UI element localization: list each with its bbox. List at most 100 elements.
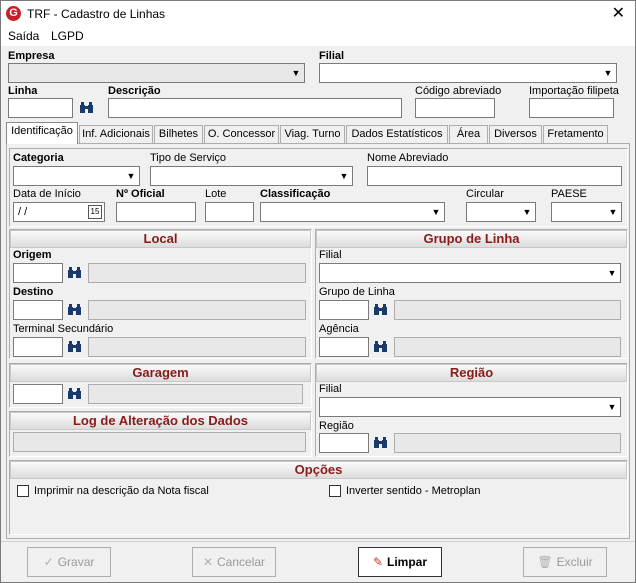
chevron-down-icon: ▼ — [607, 268, 617, 278]
tab-identificacao[interactable]: Identificação — [6, 122, 78, 144]
agencia-label: Agência — [319, 323, 359, 335]
binoculars-icon[interactable] — [79, 100, 94, 115]
eraser-icon: ✎ — [372, 555, 384, 569]
tab-diversos[interactable]: Diversos — [489, 125, 542, 143]
tab-area[interactable]: Área — [449, 125, 488, 143]
grupo-linha-label: Grupo de Linha — [319, 286, 395, 298]
agencia-input[interactable] — [319, 337, 369, 357]
footer-divider — [1, 541, 635, 542]
local-title: Local — [10, 230, 311, 248]
grupo-linha-description — [394, 300, 621, 320]
tab-fretamento[interactable]: Fretamento — [543, 125, 608, 143]
limpar-button[interactable]: ✎ Limpar — [358, 547, 442, 577]
destino-input[interactable] — [13, 300, 63, 320]
tab-bilhetes[interactable]: Bilhetes — [154, 125, 203, 143]
binoculars-icon[interactable] — [373, 339, 388, 354]
gravar-label: Gravar — [57, 555, 95, 569]
importacao-filipeta-input[interactable] — [529, 98, 614, 118]
regiao-title: Região — [316, 364, 627, 382]
binoculars-icon[interactable] — [373, 302, 388, 317]
opcoes-title: Opções — [10, 461, 627, 479]
data-inicio-value: / / — [18, 206, 28, 218]
agencia-description — [394, 337, 621, 357]
menu-saida[interactable]: Saída — [8, 29, 39, 43]
cancelar-button[interactable]: ✕ Cancelar — [192, 547, 276, 577]
grupo-filial-select[interactable]: ▼ — [319, 263, 621, 283]
regiao-filial-select[interactable]: ▼ — [319, 397, 621, 417]
app-logo-icon: G — [6, 6, 21, 21]
circular-select[interactable]: ▼ — [466, 202, 536, 222]
binoculars-icon[interactable] — [67, 386, 82, 401]
binoculars-icon[interactable] — [67, 265, 82, 280]
oficial-input[interactable] — [116, 202, 196, 222]
chevron-down-icon: ▼ — [607, 402, 617, 412]
destino-description — [88, 300, 306, 320]
linha-label: Linha — [8, 85, 38, 97]
tipo-servico-label: Tipo de Serviço — [150, 152, 227, 164]
tab-viag-turno[interactable]: Viag. Turno — [280, 125, 345, 143]
binoculars-icon[interactable] — [67, 339, 82, 354]
data-inicio-input[interactable]: / / 15 — [13, 202, 105, 222]
binoculars-icon[interactable] — [67, 302, 82, 317]
nome-abreviado-input[interactable] — [367, 166, 622, 186]
log-title: Log de Alteração dos Dados — [10, 412, 311, 430]
trash-icon: 🗑 — [537, 555, 553, 569]
empresa-select[interactable]: ▼ — [8, 63, 305, 83]
menu-bar: Saída LGPD — [1, 26, 635, 46]
chevron-down-icon: ▼ — [339, 171, 349, 181]
regiao-input[interactable] — [319, 433, 369, 453]
garagem-title: Garagem — [10, 364, 311, 382]
tab-dados-estatisticos[interactable]: Dados Estatísticos — [346, 125, 448, 143]
grupo-filial-label: Filial — [319, 249, 342, 261]
close-icon[interactable]: ✕ — [612, 3, 625, 23]
circular-label: Circular — [466, 188, 504, 200]
grupo-linha-input[interactable] — [319, 300, 369, 320]
regiao-filial-label: Filial — [319, 383, 342, 395]
chevron-down-icon: ▼ — [608, 207, 618, 217]
garagem-input[interactable] — [13, 384, 63, 404]
cancelar-label: Cancelar — [217, 555, 266, 569]
log-field — [13, 432, 306, 452]
chevron-down-icon: ▼ — [522, 207, 532, 217]
inverter-sentido-checkbox[interactable] — [329, 485, 341, 497]
gravar-button[interactable]: ✓ Gravar — [27, 547, 111, 577]
categoria-label: Categoria — [13, 152, 64, 164]
categoria-select[interactable]: ▼ — [13, 166, 140, 186]
binoculars-icon[interactable] — [373, 435, 388, 450]
calendar-icon[interactable]: 15 — [88, 205, 102, 219]
paese-select[interactable]: ▼ — [551, 202, 622, 222]
linha-input[interactable] — [8, 98, 73, 118]
tab-o-concessor[interactable]: O. Concessor — [204, 125, 279, 143]
inverter-sentido-label: Inverter sentido - Metroplan — [346, 485, 481, 497]
checkmark-icon: ✓ — [43, 555, 54, 569]
classificacao-select[interactable]: ▼ — [260, 202, 445, 222]
descricao-input[interactable] — [108, 98, 402, 118]
chevron-down-icon: ▼ — [126, 171, 136, 181]
imprimir-nota-checkbox[interactable] — [17, 485, 29, 497]
paese-label: PAESE — [551, 188, 587, 200]
terminal-secundario-description — [88, 337, 306, 357]
filial-label: Filial — [319, 50, 345, 62]
tipo-servico-select[interactable]: ▼ — [150, 166, 353, 186]
excluir-label: Excluir — [556, 555, 593, 569]
codigo-abreviado-input[interactable] — [415, 98, 495, 118]
classificacao-label: Classificação — [260, 188, 331, 200]
terminal-secundario-label: Terminal Secundário — [13, 323, 114, 335]
terminal-secundario-input[interactable] — [13, 337, 63, 357]
lote-input[interactable] — [205, 202, 254, 222]
origem-label: Origem — [13, 249, 52, 261]
chevron-down-icon: ▼ — [291, 68, 301, 78]
title-bar: G TRF - Cadastro de Linhas ✕ — [1, 1, 635, 26]
destino-label: Destino — [13, 286, 54, 298]
data-inicio-label: Data de Início — [13, 188, 81, 200]
codigo-abreviado-label: Código abreviado — [415, 85, 502, 97]
filial-select[interactable]: ▼ — [319, 63, 617, 83]
lote-label: Lote — [205, 188, 227, 200]
empresa-label: Empresa — [8, 50, 55, 62]
origem-input[interactable] — [13, 263, 63, 283]
importacao-filipeta-label: Importação filipeta — [529, 85, 619, 97]
excluir-button[interactable]: 🗑 Excluir — [523, 547, 607, 577]
menu-lgpd[interactable]: LGPD — [51, 29, 84, 43]
tab-inf-adicionais[interactable]: Inf. Adicionais — [79, 125, 153, 143]
limpar-label: Limpar — [387, 555, 428, 569]
